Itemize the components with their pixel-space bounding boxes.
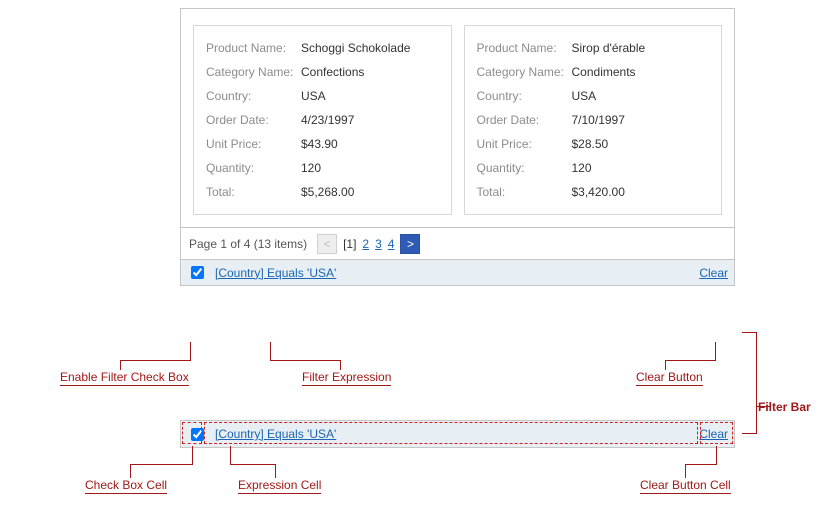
card-label: Order Date:	[477, 113, 572, 127]
leader-line	[685, 464, 717, 465]
annotation-checkbox-cell: Check Box Cell	[85, 478, 167, 494]
card-value: USA	[572, 89, 710, 103]
pager-prev-button[interactable]: <	[317, 234, 337, 254]
leader-line	[742, 433, 756, 434]
leader-line	[716, 446, 717, 464]
card-label: Category Name:	[206, 65, 301, 79]
filter-bar: [Country] Equals 'USA' Clear	[181, 259, 734, 285]
card-value: $43.90	[301, 137, 439, 151]
annotation-filter-bar: Filter Bar	[758, 400, 811, 414]
leader-line	[665, 360, 666, 370]
pager-page-link[interactable]: 2	[362, 237, 369, 251]
filter-enable-checkbox[interactable]	[191, 266, 204, 279]
filter-enable-checkbox[interactable]	[191, 428, 204, 441]
leader-line	[715, 342, 716, 360]
leader-line	[275, 464, 276, 478]
card-value: 4/23/1997	[301, 113, 439, 127]
leader-line	[120, 360, 191, 361]
card-value: $3,420.00	[572, 185, 710, 199]
card-label: Country:	[477, 89, 572, 103]
annotation-clear-button-cell: Clear Button Cell	[640, 478, 731, 494]
cards-area: Product Name:Schoggi Schokolade Category…	[181, 9, 734, 227]
card-label: Order Date:	[206, 113, 301, 127]
card-label: Total:	[206, 185, 301, 199]
card-label: Unit Price:	[477, 137, 572, 151]
card-value: Confections	[301, 65, 439, 79]
leader-line	[270, 360, 340, 361]
leader-line	[130, 464, 193, 465]
pager-page-link[interactable]: 3	[375, 237, 382, 251]
leader-line	[120, 360, 121, 370]
leader-line	[270, 342, 271, 360]
leader-line	[340, 360, 341, 370]
pager-summary: Page 1 of 4 (13 items)	[189, 237, 307, 251]
leader-line	[665, 360, 716, 361]
filter-expression-link[interactable]: [Country] Equals 'USA'	[215, 266, 336, 280]
card-label: Category Name:	[477, 65, 572, 79]
annotation-filter-expression: Filter Expression	[302, 370, 391, 386]
card-value: Schoggi Schokolade	[301, 41, 439, 55]
leader-line	[756, 332, 757, 434]
card-item: Product Name:Schoggi Schokolade Category…	[193, 25, 452, 215]
annotation-clear-button: Clear Button	[636, 370, 703, 386]
leader-line	[230, 464, 275, 465]
card-value: Condiments	[572, 65, 710, 79]
leader-line	[190, 342, 191, 360]
annotation-expression-cell: Expression Cell	[238, 478, 321, 494]
card-value: Sirop d'érable	[572, 41, 710, 55]
leader-line	[192, 446, 193, 464]
leader-line	[230, 446, 231, 464]
annotation-enable-checkbox: Enable Filter Check Box	[60, 370, 189, 386]
leader-line	[742, 332, 756, 333]
leader-line	[685, 464, 686, 478]
card-label: Country:	[206, 89, 301, 103]
card-value: 120	[572, 161, 710, 175]
card-label: Unit Price:	[206, 137, 301, 151]
filter-clear-link[interactable]: Clear	[699, 266, 728, 280]
pager-current-page: [1]	[343, 237, 356, 251]
card-value: $5,268.00	[301, 185, 439, 199]
filter-bar-example: [Country] Equals 'USA' Clear	[180, 420, 735, 448]
card-label: Quantity:	[206, 161, 301, 175]
card-label: Quantity:	[477, 161, 572, 175]
card-value: USA	[301, 89, 439, 103]
card-value: 7/10/1997	[572, 113, 710, 127]
pager-page-link[interactable]: 4	[388, 237, 395, 251]
card-label: Total:	[477, 185, 572, 199]
pager-next-button[interactable]: >	[400, 234, 420, 254]
card-label: Product Name:	[477, 41, 572, 55]
leader-line	[130, 464, 131, 478]
card-value: $28.50	[572, 137, 710, 151]
filter-bar: [Country] Equals 'USA' Clear	[181, 421, 734, 447]
filter-clear-link[interactable]: Clear	[699, 427, 728, 441]
pager: Page 1 of 4 (13 items) < [1] 2 3 4 >	[181, 227, 734, 259]
leader-line	[756, 406, 770, 407]
card-item: Product Name:Sirop d'érable Category Nam…	[464, 25, 723, 215]
card-view-panel: Product Name:Schoggi Schokolade Category…	[180, 8, 735, 286]
card-value: 120	[301, 161, 439, 175]
card-label: Product Name:	[206, 41, 301, 55]
filter-expression-link[interactable]: [Country] Equals 'USA'	[215, 427, 336, 441]
